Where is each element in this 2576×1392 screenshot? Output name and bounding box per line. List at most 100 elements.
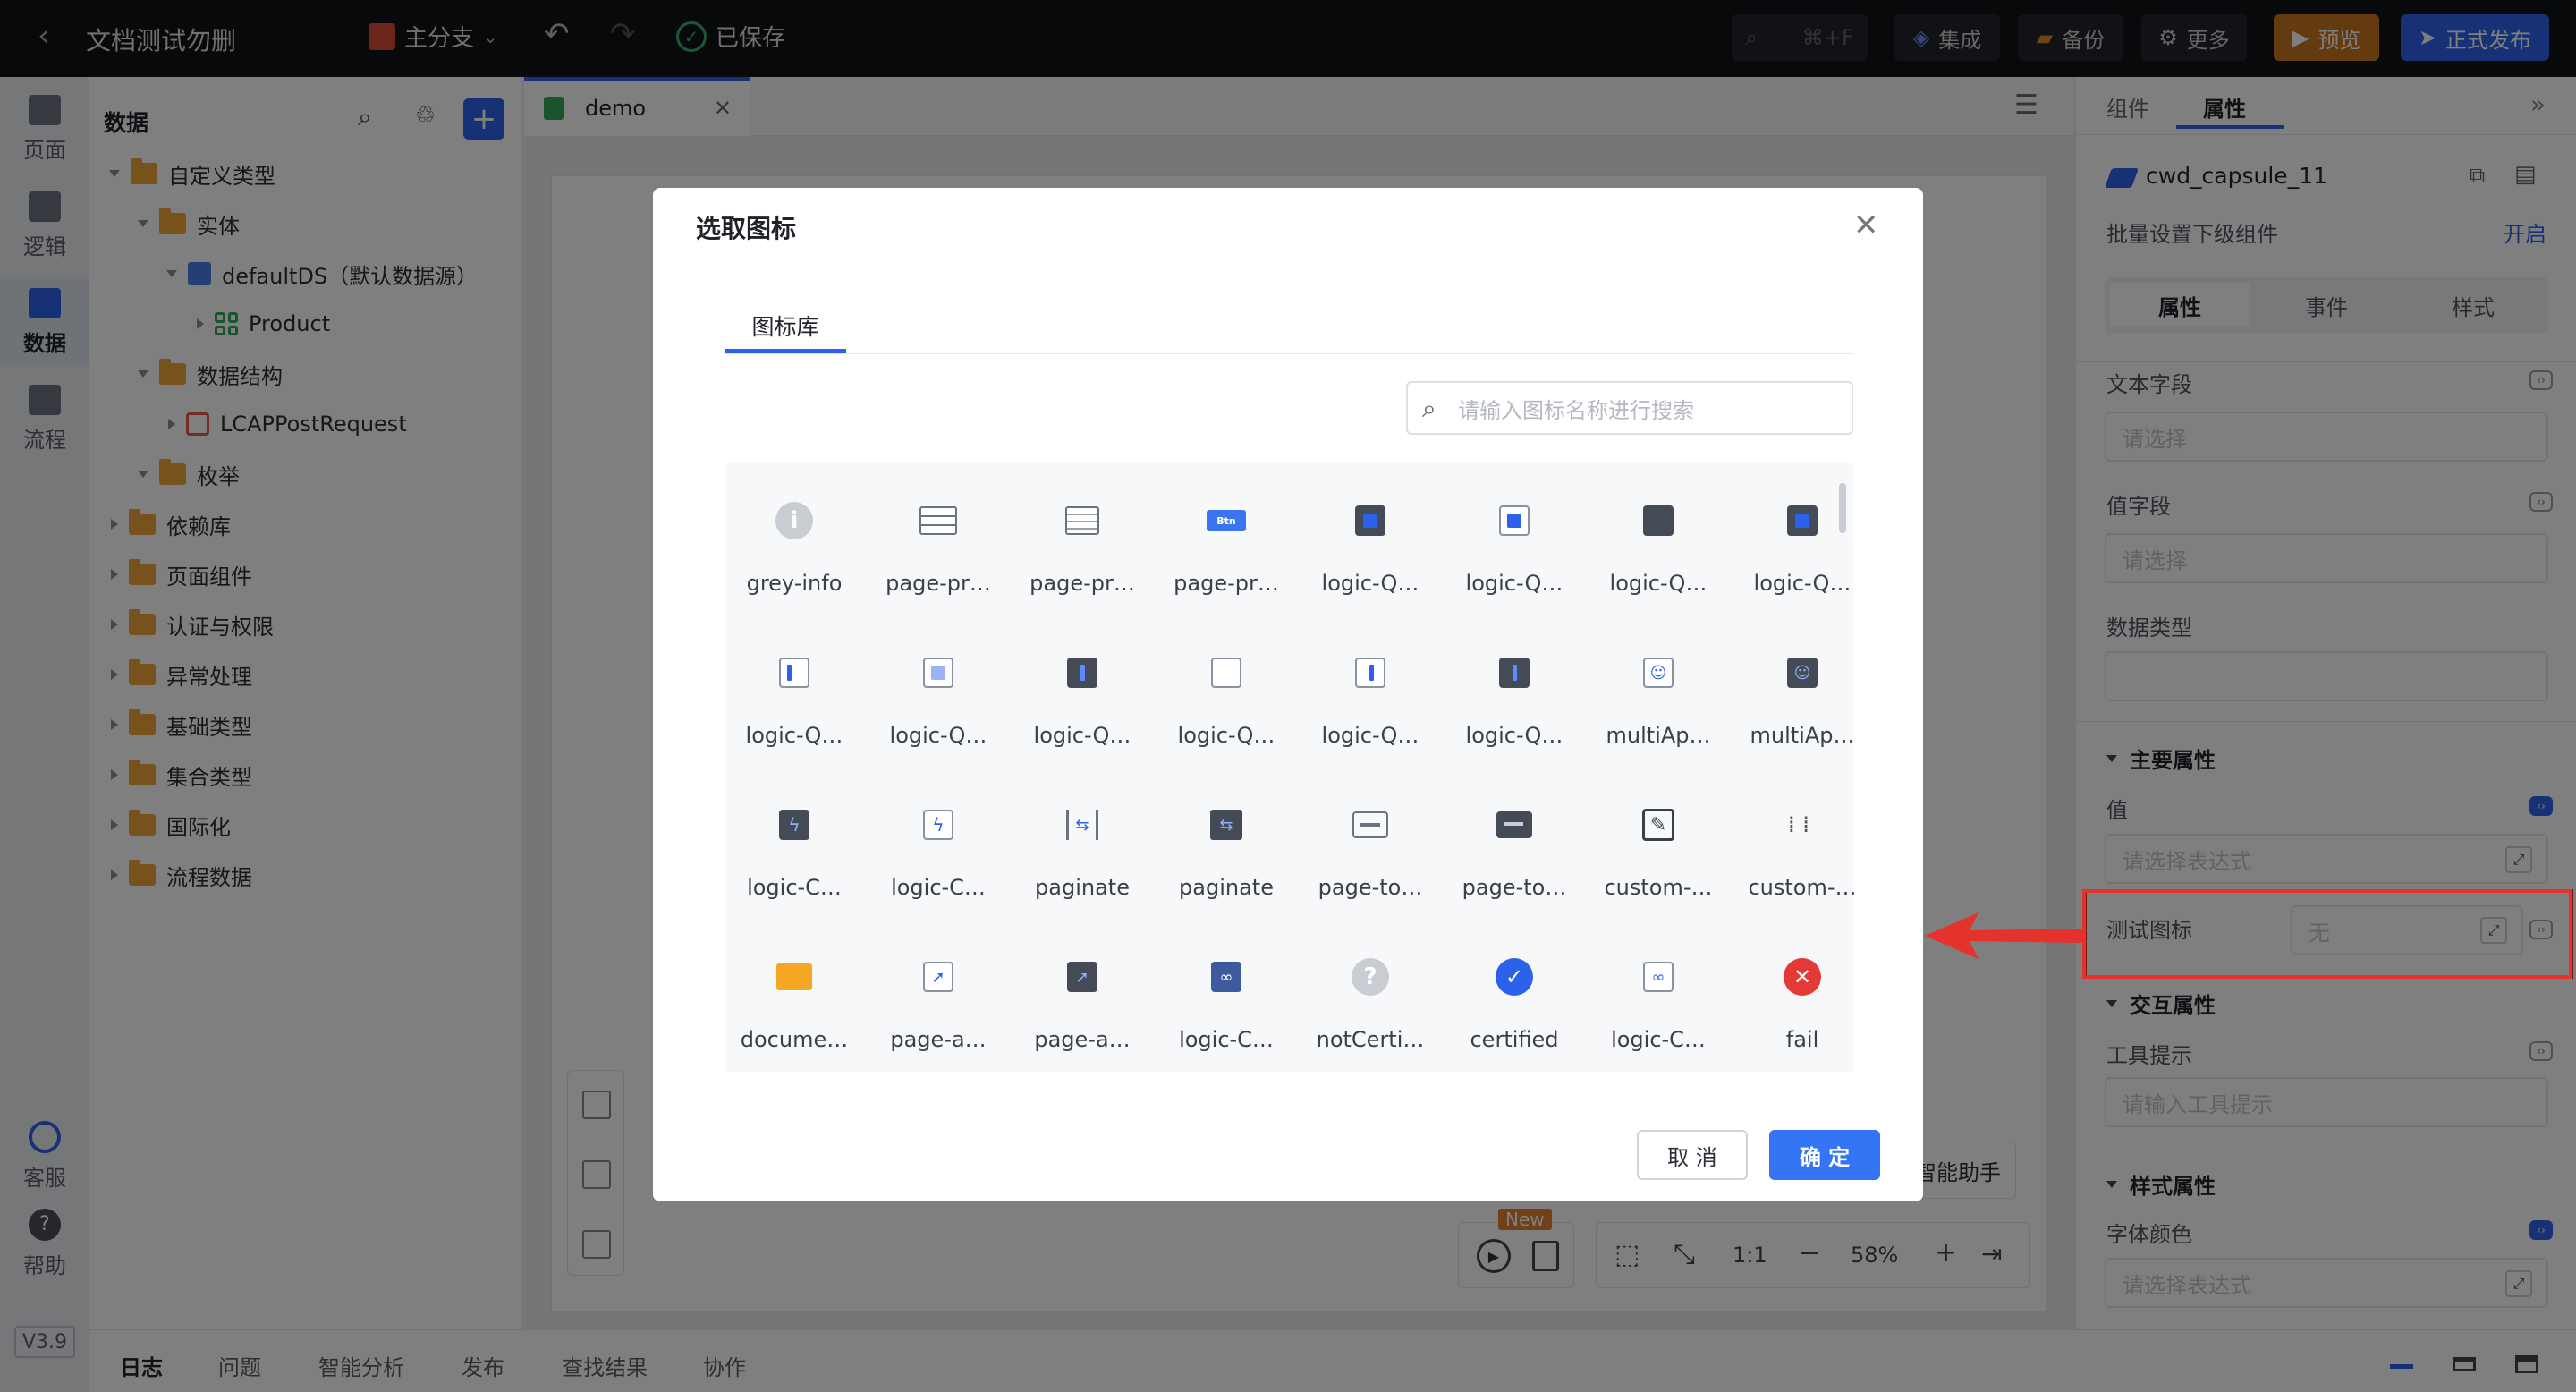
icon-option-label: multiAp… <box>1606 723 1711 748</box>
icon-option-label: logic-C… <box>747 875 842 900</box>
annotation-arrow-icon <box>1925 912 2082 959</box>
icon-option[interactable]: i grey-info <box>728 469 860 608</box>
bolt-icon: ϟ <box>775 805 814 845</box>
search-placeholder: 请输入图标名称进行搜索 <box>1458 397 1694 423</box>
icon-option[interactable]: ϟ logic-C… <box>872 773 1004 912</box>
icon-option[interactable]: ✎ custom-… <box>1592 773 1724 912</box>
icon-option-label: logic-Q… <box>1465 571 1563 596</box>
annotation-highlight-box <box>2082 889 2572 979</box>
icon-option-label: logic-Q… <box>1753 571 1852 596</box>
close-icon[interactable]: ✕ <box>1853 208 1879 243</box>
confirm-button[interactable]: 确 定 <box>1769 1130 1880 1180</box>
icon-option[interactable]: logic-Q… <box>1160 621 1292 760</box>
info-icon: i <box>775 501 814 540</box>
icon-option-label: certified <box>1470 1027 1559 1052</box>
list-icon <box>1063 501 1102 540</box>
bolt-icon: ϟ <box>919 805 958 845</box>
cursor-icon: ➚ <box>1063 957 1102 997</box>
square-icon <box>1351 501 1390 540</box>
icon-option[interactable]: ? notCerti… <box>1304 925 1436 1065</box>
icon-option[interactable]: docume… <box>728 925 860 1065</box>
paginate-icon: ⇆ <box>1207 805 1246 845</box>
icon-option-label: page-pr… <box>1030 571 1135 596</box>
fail-icon: ✕ <box>1783 957 1822 997</box>
icon-option-label: logic-Q… <box>1321 571 1419 596</box>
folder-icon <box>775 957 814 997</box>
square-icon <box>1207 653 1246 692</box>
icon-option[interactable]: logic-Q… <box>1304 469 1436 608</box>
icon-option[interactable]: ∞ logic-C… <box>1592 925 1724 1065</box>
icon-option[interactable]: ➚ page-a… <box>1016 925 1148 1065</box>
icon-option-label: logic-C… <box>1179 1027 1274 1052</box>
icon-option[interactable]: ➚ page-a… <box>872 925 1004 1065</box>
icon-option[interactable]: logic-Q… <box>728 621 860 760</box>
users-icon: ☺ <box>1639 653 1678 692</box>
icon-option[interactable]: page-to… <box>1448 773 1580 912</box>
icon-option[interactable]: logic-Q… <box>1016 621 1148 760</box>
icon-option[interactable]: ⁞⁞ custom-… <box>1736 773 1868 912</box>
icon-option-label: logic-Q… <box>1321 723 1419 748</box>
icon-grid: i grey-info page-pr… page-pr… Btn page-pr… log… <box>724 463 1857 1072</box>
square-icon <box>1639 501 1678 540</box>
search-icon: ⌕ <box>1422 394 1436 423</box>
icon-option-label: page-to… <box>1462 875 1567 900</box>
icon-option[interactable]: page-pr… <box>872 469 1004 608</box>
certified-icon: ✓ <box>1495 957 1534 997</box>
scrollbar-thumb[interactable] <box>1839 483 1846 533</box>
icon-option[interactable]: ⇆ paginate <box>1016 773 1148 912</box>
icon-option-label: logic-Q… <box>889 723 987 748</box>
icon-option-label: logic-Q… <box>1465 723 1563 748</box>
icon-option-label: logic-Q… <box>1177 723 1275 748</box>
icon-option[interactable]: ⇆ paginate <box>1160 773 1292 912</box>
dots-icon: ⁞⁞ <box>1787 811 1818 838</box>
icon-option-label: custom-… <box>1748 875 1857 900</box>
icon-option[interactable]: ✓ certified <box>1448 925 1580 1065</box>
icon-option[interactable]: ϟ logic-C… <box>728 773 860 912</box>
rows-icon <box>919 501 958 540</box>
icon-option[interactable]: ☺ multiAp… <box>1592 621 1724 760</box>
divider <box>724 353 1853 354</box>
icon-option-label: page-a… <box>890 1027 987 1052</box>
cancel-button[interactable]: 取 消 <box>1637 1130 1748 1180</box>
icon-option[interactable]: logic-Q… <box>1304 621 1436 760</box>
cursor-icon: ➚ <box>919 957 958 997</box>
icon-option-label: fail <box>1785 1027 1819 1052</box>
icon-option-label: logic-C… <box>891 875 986 900</box>
icon-option[interactable]: logic-Q… <box>1448 621 1580 760</box>
icon-option-label: paginate <box>1035 875 1130 900</box>
square-icon <box>919 653 958 692</box>
link-icon: ∞ <box>1639 957 1678 997</box>
icon-option[interactable]: logic-Q… <box>872 621 1004 760</box>
icon-option-label: logic-C… <box>1611 1027 1706 1052</box>
dialog-title: 选取图标 <box>696 214 797 243</box>
icon-option[interactable]: Btn page-pr… <box>1160 469 1292 608</box>
question-icon: ? <box>1351 957 1390 997</box>
icon-option[interactable]: logic-Q… <box>1736 469 1868 608</box>
card-icon <box>1495 805 1534 845</box>
icon-option[interactable]: page-pr… <box>1016 469 1148 608</box>
paginate-icon: ⇆ <box>1063 805 1102 845</box>
icon-option[interactable]: logic-Q… <box>1592 469 1724 608</box>
bar-icon <box>775 653 814 692</box>
icon-option-label: logic-Q… <box>1609 571 1707 596</box>
icon-picker-dialog: 选取图标 ✕ 图标库 ⌕ 请输入图标名称进行搜索 i grey-info page-… <box>653 188 1923 1201</box>
square-icon <box>1495 501 1534 540</box>
icon-search-input[interactable]: ⌕ 请输入图标名称进行搜索 <box>1406 381 1853 435</box>
bar-icon <box>1495 653 1534 692</box>
icon-option-label: page-a… <box>1034 1027 1131 1052</box>
edit-icon: ✎ <box>1639 805 1678 845</box>
icon-option[interactable]: ∞ logic-C… <box>1160 925 1292 1065</box>
icon-option[interactable]: page-to… <box>1304 773 1436 912</box>
icon-option-label: paginate <box>1179 875 1274 900</box>
icon-option-label: page-pr… <box>1174 571 1279 596</box>
icon-option-label: page-to… <box>1318 875 1423 900</box>
icon-option[interactable]: ☺ multiAp… <box>1736 621 1868 760</box>
icon-option[interactable]: ✕ fail <box>1736 925 1868 1065</box>
tab-icon-library[interactable]: 图标库 <box>724 310 846 342</box>
icon-option[interactable]: logic-Q… <box>1448 469 1580 608</box>
icon-option-label: page-pr… <box>886 571 991 596</box>
users-icon: ☺ <box>1783 653 1822 692</box>
icon-option-label: logic-Q… <box>745 723 843 748</box>
icon-option-label: docume… <box>740 1027 849 1052</box>
bar-icon <box>1063 653 1102 692</box>
